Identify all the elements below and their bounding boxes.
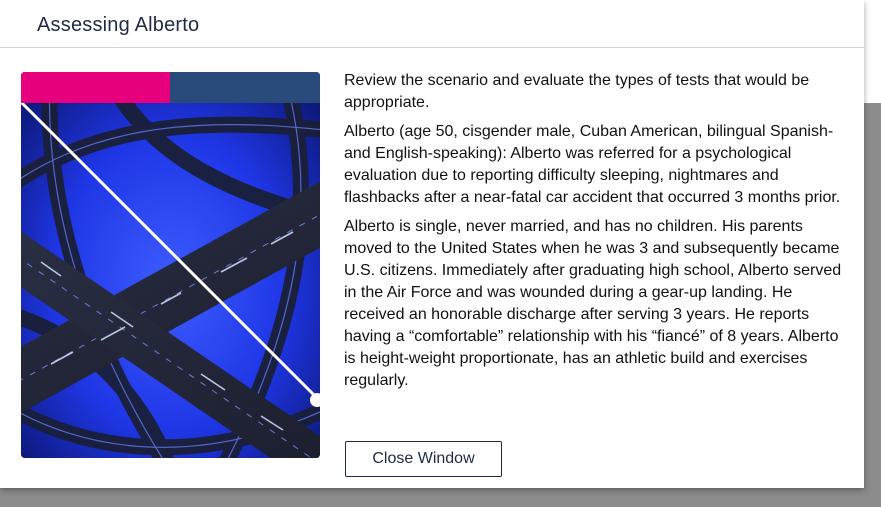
case-background-paragraph: Alberto is single, never married, and ha… [344,218,842,389]
accent-bar-navy [170,72,320,103]
case-summary-paragraph: Alberto (age 50, cisgender male, Cuban A… [344,123,841,206]
highway-interchange-illustration [21,72,320,458]
modal-header: Assessing Alberto [0,0,864,48]
scenario-content: Review the scenario and evaluate the typ… [344,70,844,399]
modal-dialog: Assessing Alberto Review the scenario an… [0,0,864,488]
instruction-paragraph: Review the scenario and evaluate the typ… [344,72,810,111]
close-window-button[interactable]: Close Window [345,441,502,477]
backdrop-panel-edge [864,0,881,103]
modal-title: Assessing Alberto [37,14,200,36]
accent-bar-pink [21,72,170,103]
highway-interchange-image [21,72,320,458]
